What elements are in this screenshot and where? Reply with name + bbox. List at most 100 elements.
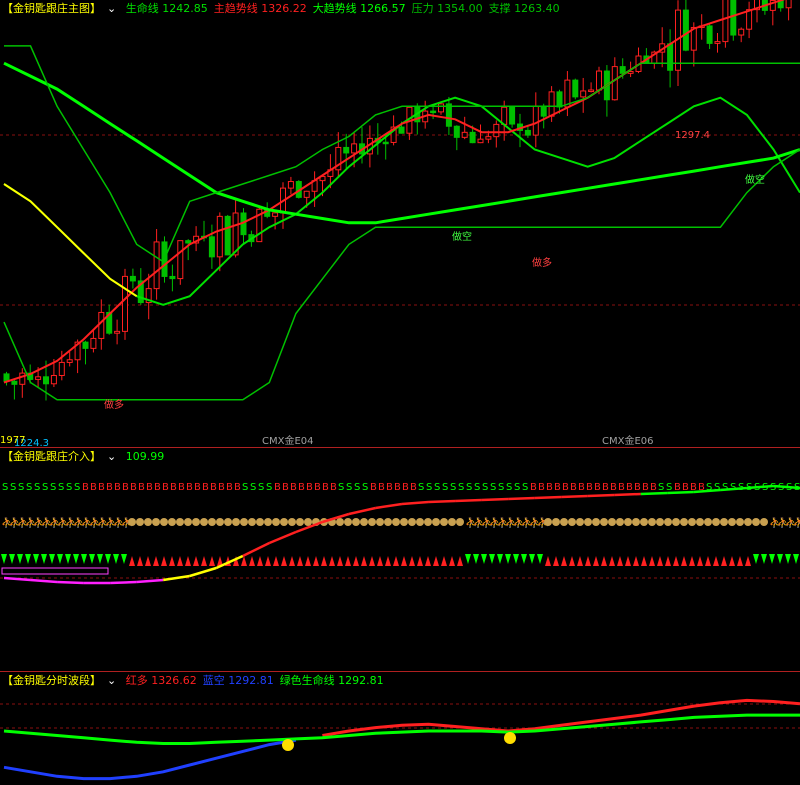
signal-letter: B [82,482,89,493]
up-arrow-icon [569,556,575,566]
candle-body [524,129,531,136]
coin-icon [256,518,264,526]
signal-letter: B [162,482,169,493]
candle-body [493,123,500,138]
candle-body [43,376,49,385]
smiley-face-icon [504,732,516,744]
signal-label: 做空 [452,230,472,243]
candle-body [398,126,405,134]
down-arrow-icon [761,554,767,564]
signal-letter: B [114,482,121,493]
signal-label: 做多 [104,398,124,411]
main-indicator: 主趋势线 1326.22 [213,2,307,15]
intervention-line-segment [189,566,217,578]
signal-letter: S [10,482,16,493]
main-panel-title[interactable]: 【金钥匙跟庄主图】 [2,2,101,15]
coin-icon [448,518,456,526]
candle-body [706,25,713,44]
candle-body [682,9,689,51]
intervention-line-segment [401,500,429,506]
candle-body [580,90,587,98]
up-arrow-icon [457,556,463,566]
candle-body [667,43,674,71]
intervention-line-segment [508,496,535,501]
signal-letter: B [586,482,593,493]
coin-icon [544,518,552,526]
candle-body [129,275,136,282]
down-arrow-icon [769,554,775,564]
chevron-down-icon[interactable]: ⌄ [107,2,116,15]
candle-body [122,275,128,332]
coin-icon [680,518,688,526]
coin-icon [136,518,144,526]
sub-panel-2-title[interactable]: 【金钥匙分时波段】 [2,674,101,687]
candle-body [438,103,444,113]
candle-body [98,311,105,339]
signal-letter: B [274,482,281,493]
down-arrow-icon [105,554,111,564]
down-arrow-icon [89,554,95,564]
signal-letter: S [658,482,664,493]
signal-letter: B [282,482,289,493]
main-indicator: 大趋势线 1266.57 [312,2,406,15]
down-arrow-icon [1,554,7,564]
coin-icon [272,518,280,526]
signal-letter: B [194,482,201,493]
signal-letter: B [394,482,401,493]
coin-icon [616,518,624,526]
main-indicator-list: 生命线 1242.85 主趋势线 1326.22 大趋势线 1266.57 压力 13… [126,2,566,15]
down-arrow-icon [497,554,503,564]
intervention-line-segment [455,498,482,503]
signal-letter: B [130,482,137,493]
signal-letter: B [154,482,161,493]
down-arrow-icon [521,554,527,564]
candle-body [461,131,468,138]
signal-letter: B [138,482,145,493]
signal-letter: B [594,482,601,493]
signal-letter: S [666,482,672,493]
signal-letter: B [322,482,329,493]
candle-body [430,110,437,114]
coin-icon [224,518,232,526]
sub-panel-1-title[interactable]: 【金钥匙跟庄介入】 [2,450,101,463]
coin-icon [368,518,376,526]
up-arrow-icon [337,556,343,566]
up-arrow-icon [641,556,647,566]
up-arrow-icon [425,556,431,566]
down-arrow-icon [505,554,511,564]
signal-letter: S [34,482,40,493]
sub-panel-2: 【金钥匙分时波段】 ⌄ 红多 1326.62 蓝空 1292.81 绿色生命线 129… [0,672,800,785]
signal-letter: B [626,482,633,493]
coin-icon [560,518,568,526]
chevron-down-icon[interactable]: ⌄ [107,450,116,463]
signal-letter: S [74,482,80,493]
signal-letter: S [458,482,464,493]
chevron-down-icon[interactable]: ⌄ [107,674,116,687]
up-arrow-icon [153,556,159,566]
signal-letter: S [730,482,736,493]
intervention-line-segment [561,494,588,499]
signal-letter: S [418,482,424,493]
down-arrow-icon [33,554,39,564]
coin-icon [744,518,752,526]
coin-icon [288,518,296,526]
down-arrow-icon [513,554,519,564]
main-indicator: 支撑 1263.40 [488,2,560,15]
up-arrow-icon [545,556,551,566]
coin-icon [552,518,560,526]
down-arrow-icon [81,554,87,564]
coin-icon [408,518,416,526]
intervention-line-segment [667,490,694,495]
coin-icon [672,518,680,526]
candle-body [501,106,508,125]
up-arrow-icon [689,556,695,566]
up-arrow-icon [681,556,687,566]
candle-body [477,138,484,144]
candle-body [114,330,121,334]
up-arrow-icon [649,556,655,566]
sub-panel-1: SSSSSSSSSSBBBBBBBBBBBBBBBBBBBBSSSSBBBBBB… [0,448,800,671]
signal-letter: S [346,482,352,493]
down-arrow-icon [65,554,71,564]
coin-icon [200,518,208,526]
candle-body [153,241,160,290]
